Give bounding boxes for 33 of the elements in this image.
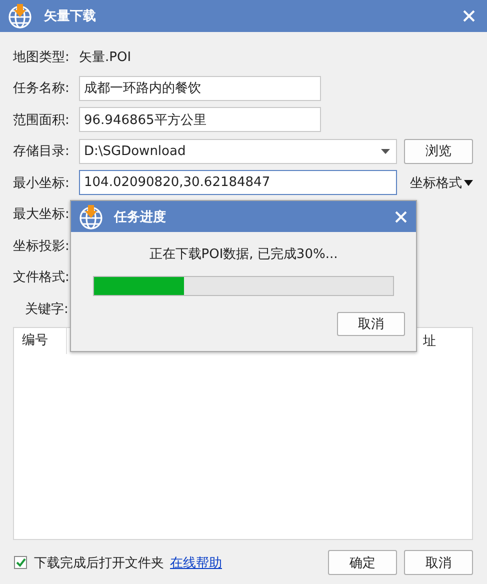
field-label: 任务名称: xyxy=(13,80,70,98)
browse-button[interactable]: 浏览 xyxy=(404,138,473,164)
field-label: 最小坐标: xyxy=(13,174,70,192)
progress-message: 正在下载POI数据, 已完成30%... xyxy=(149,247,338,262)
column-header: 编号 xyxy=(14,328,67,354)
column-header: 址 xyxy=(423,332,437,350)
close-icon[interactable] xyxy=(463,10,475,22)
window-title: 矢量下载 xyxy=(44,8,97,25)
cancel-button[interactable]: 取消 xyxy=(337,312,405,336)
field-label: 坐标投影: xyxy=(13,238,70,255)
globe-download-icon xyxy=(78,204,104,230)
dialog-button[interactable]: 确定 xyxy=(328,550,397,575)
help-link[interactable]: 在线帮助 xyxy=(170,554,222,572)
caret-down-icon xyxy=(464,180,473,186)
directory-dropdown[interactable]: D:\SGDownload xyxy=(79,138,397,164)
checkbox-label: 下载完成后打开文件夹 xyxy=(34,554,164,572)
field-label: 关键字: xyxy=(25,300,70,318)
coordinate-field[interactable]: 104.02090820,30.62184847 xyxy=(79,170,397,196)
map-type-value: 矢量.POI xyxy=(79,48,132,66)
field-label: 范围面积: xyxy=(13,112,70,129)
coordinate-format-menu[interactable]: 坐标格式 xyxy=(410,174,473,192)
globe-download-icon xyxy=(7,3,33,29)
dialog-title: 任务进度 xyxy=(114,208,167,226)
dialog-button[interactable]: 取消 xyxy=(404,550,473,575)
field-label: 文件格式: xyxy=(13,269,70,286)
text-field[interactable]: 成都一环路内的餐饮 xyxy=(79,76,321,101)
field-label: 存储目录: xyxy=(13,143,70,160)
field-label: 最大坐标: xyxy=(13,206,70,224)
close-icon[interactable] xyxy=(395,210,407,222)
open-folder-checkbox[interactable] xyxy=(14,556,27,569)
text-field[interactable]: 96.946865平方公里 xyxy=(79,107,321,132)
field-label: 地图类型: xyxy=(13,48,70,66)
dropdown-caret-icon xyxy=(381,148,390,154)
